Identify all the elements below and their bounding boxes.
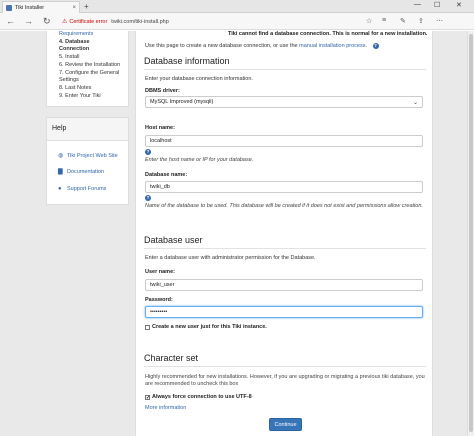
db-info-title: Database information <box>144 56 230 66</box>
checkbox-box[interactable]: ✓ <box>145 394 150 400</box>
force-utf8-checkbox[interactable]: ✓ Always force connection to use UTF-8 <box>145 394 252 400</box>
help-question-icon[interactable]: ? <box>372 43 379 49</box>
create-user-checkbox[interactable]: Create a new user just for this Tiki ins… <box>145 324 267 330</box>
user-name-input[interactable]: twiki_user <box>145 279 423 291</box>
step-last-notes: 8. Last Notes <box>59 85 92 91</box>
host-name-input[interactable]: localhost <box>145 135 423 147</box>
shield-warning-icon: ⚠ <box>62 19 68 25</box>
step-enter-tiki: 9. Enter Your Tiki <box>59 93 101 99</box>
scrollbar-thumb[interactable] <box>469 34 473 432</box>
step-requirements[interactable]: Requirements <box>59 31 93 37</box>
close-window-icon[interactable]: ✕ <box>456 1 462 9</box>
help-link-forums[interactable]: ● Support Forums <box>58 186 106 192</box>
help-title: Help <box>47 118 128 141</box>
minimize-icon[interactable]: — <box>414 1 421 8</box>
database-name-hint: Name of the database to be used. This da… <box>145 203 423 209</box>
help-link-documentation[interactable]: ▇ Documentation <box>58 169 104 175</box>
intro-text: Use this page to create a new database c… <box>145 43 379 49</box>
new-tab-button[interactable]: + <box>84 2 89 11</box>
host-name-label: Host name: <box>145 125 175 131</box>
tab-close-icon[interactable]: × <box>72 5 76 11</box>
dbms-driver-select[interactable]: MySQL Improved (mysqli) ⌄ <box>145 96 423 108</box>
step-database-cont: Connection <box>59 46 90 52</box>
globe-icon: ◍ <box>58 153 64 159</box>
share-icon[interactable]: ⇪ <box>418 17 424 25</box>
refresh-icon[interactable]: ↻ <box>43 16 51 26</box>
install-steps-list: Requirements 4. Database Connection 5. I… <box>46 31 129 107</box>
address-bar: ← → ↻ ⚠ Certificate error twiki.com/tiki… <box>0 13 474 30</box>
tiki-favicon-icon <box>6 4 12 11</box>
tab-title: Tiki Installer <box>15 4 45 11</box>
divider <box>144 366 426 367</box>
password-input[interactable]: ••••••••• <box>145 306 423 318</box>
manual-install-link[interactable]: manual installation process <box>299 43 365 49</box>
help-link-website[interactable]: ◍ Tiki Project Web Site <box>58 153 118 159</box>
step-database: 4. Database <box>59 39 90 45</box>
divider <box>144 248 426 249</box>
dbms-driver-label: DBMS driver: <box>145 88 180 94</box>
step-configure: 7. Configure the General <box>59 70 120 76</box>
charset-desc: Highly recommended for new installations… <box>145 374 425 387</box>
step-review: 6. Review the Installation <box>59 62 121 68</box>
user-name-label: User name: <box>145 269 175 275</box>
step-install: 5. Install <box>59 54 80 60</box>
chat-icon: ● <box>58 186 62 192</box>
hub-icon[interactable]: ≡ <box>382 17 386 24</box>
db-info-desc: Enter your database connection informati… <box>145 76 253 82</box>
book-icon: ▇ <box>58 169 63 175</box>
url-text: twiki.com/tiki-install.php <box>111 18 169 25</box>
database-name-label: Database name: <box>145 172 188 178</box>
db-user-title: Database user <box>144 235 203 245</box>
no-connection-warning: Tiki cannot find a database connection. … <box>228 31 428 37</box>
host-name-hint: Enter the host name or IP for your datab… <box>145 157 254 163</box>
more-information-link[interactable]: More information <box>145 405 186 411</box>
url-field[interactable]: ⚠ Certificate error twiki.com/tiki-insta… <box>62 16 362 27</box>
password-label: Password: <box>145 297 173 303</box>
divider <box>144 69 426 70</box>
chevron-down-icon: ⌄ <box>412 100 418 106</box>
favorite-star-icon[interactable]: ☆ <box>366 17 372 25</box>
browser-titlebar: Tiki Installer × + — ☐ ✕ <box>0 0 474 13</box>
more-icon[interactable]: ⋯ <box>436 17 443 25</box>
certificate-error-label[interactable]: Certificate error <box>69 19 107 25</box>
notes-icon[interactable]: ✎ <box>400 17 406 25</box>
charset-title: Character set <box>144 353 199 363</box>
vertical-scrollbar[interactable] <box>467 31 474 436</box>
help-question-icon[interactable]: ? <box>145 195 151 201</box>
database-name-input[interactable]: twiki_db <box>145 181 423 193</box>
help-panel: Help ◍ Tiki Project Web Site ▇ Documenta… <box>46 117 129 205</box>
forward-icon[interactable]: → <box>24 16 33 26</box>
continue-button[interactable]: Continue <box>269 418 302 431</box>
checkbox-box[interactable] <box>145 324 150 330</box>
main-panel: Tiki cannot find a database connection. … <box>135 31 433 436</box>
maximize-icon[interactable]: ☐ <box>434 1 440 9</box>
db-user-desc: Enter a database user with administrator… <box>145 255 316 261</box>
browser-tab[interactable]: Tiki Installer × <box>2 1 80 13</box>
back-icon[interactable]: ← <box>6 16 15 26</box>
step-configure-cont: Settings <box>59 77 79 83</box>
help-question-icon[interactable]: ? <box>145 149 151 155</box>
